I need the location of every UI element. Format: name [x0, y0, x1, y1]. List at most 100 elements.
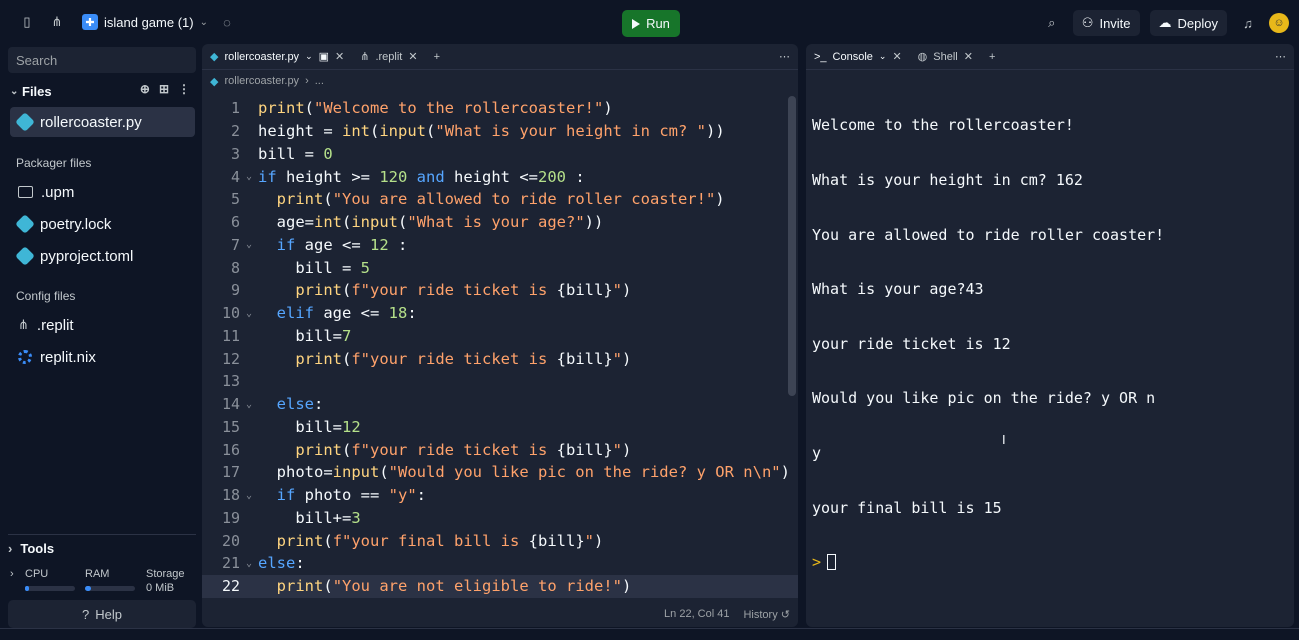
code-line: 5 print("You are allowed to ride roller … — [230, 190, 725, 209]
tools-label: Tools — [20, 541, 55, 556]
play-icon — [632, 18, 641, 29]
console-prompt-line[interactable]: > — [812, 553, 1164, 571]
python-file-icon — [15, 112, 35, 132]
close-icon[interactable]: ✕ — [892, 50, 901, 63]
files-header[interactable]: ⌄ Files ⊕ ⊞ ⋮ — [10, 80, 190, 102]
file-item-replit[interactable]: ⋔ .replit — [10, 310, 195, 340]
cpu-bar — [25, 586, 75, 591]
new-file-icon[interactable]: ⊕ — [140, 82, 150, 96]
deploy-button[interactable]: ☁ Deploy — [1149, 10, 1227, 36]
config-files-title: Config files — [16, 289, 76, 303]
code-line: 21 ⌄ else: — [221, 554, 305, 573]
replit-file-icon: ⋔ — [360, 51, 370, 63]
console-output[interactable]: Welcome to the rollercoaster! What is yo… — [812, 80, 1164, 608]
editor-scrollbar[interactable] — [788, 96, 796, 396]
packager-files-title: Packager files — [16, 156, 92, 170]
bottom-strip — [0, 628, 1299, 640]
replit-menu-icon[interactable]: ⋔ — [46, 11, 68, 33]
breadcrumb-file[interactable]: rollercoaster.py — [224, 75, 299, 87]
chevron-right-icon[interactable]: › — [10, 568, 14, 580]
run-button[interactable]: Run — [622, 10, 680, 37]
history-button[interactable]: History ↺ — [743, 608, 790, 621]
close-icon[interactable]: ✕ — [335, 50, 344, 63]
files-title: Files — [22, 83, 52, 99]
close-icon[interactable]: ✕ — [408, 50, 417, 63]
breadcrumb: ◆ rollercoaster.py › ... — [202, 70, 798, 92]
code-line: 7 ⌄ if age <= 12 : — [230, 235, 408, 254]
repl-icon: ✚ — [82, 14, 98, 30]
more-icon[interactable]: ⋯ — [771, 44, 798, 70]
more-icon[interactable]: ⋮ — [178, 82, 190, 96]
tab-label: Console — [832, 50, 873, 63]
prompt-icon: > — [812, 553, 822, 572]
top-bar: ▯ ⋔ ✚ island game (1) ⌄ ◌ Run ⌕ ⚇ Invite… — [0, 0, 1299, 44]
mouse-ibeam-icon: I — [1002, 432, 1006, 447]
file-label: replit.nix — [40, 348, 96, 366]
file-item-replit-nix[interactable]: replit.nix — [10, 342, 195, 372]
file-label: poetry.lock — [40, 215, 112, 233]
console-line: your final bill is 15 — [812, 498, 1002, 517]
tab-rollercoaster[interactable]: ◆ rollercoaster.py ⌄ ▣ ✕ — [202, 44, 352, 70]
console-line: What is your height in cm? 162 — [812, 171, 1083, 190]
chevron-down-icon: ⌄ — [878, 51, 887, 61]
tab-label: rollercoaster.py — [224, 50, 300, 63]
sidebar: Search ⌄ Files ⊕ ⊞ ⋮ rollercoaster.py Pa… — [0, 44, 200, 640]
tools-header[interactable]: › Tools — [8, 534, 196, 558]
tab-replit[interactable]: ⋔ .replit ✕ — [352, 44, 425, 70]
new-tab-button[interactable]: + — [981, 44, 1003, 70]
python-file-icon: ◆ — [210, 75, 219, 88]
file-item-pyproject[interactable]: pyproject.toml — [10, 241, 195, 271]
more-icon[interactable]: ⋯ — [1267, 44, 1294, 70]
code-line: 11 bill=7 — [221, 326, 352, 345]
code-line: 12 print(f"your ride ticket is {bill}") — [221, 349, 632, 368]
editor-pane: ◆ rollercoaster.py ⌄ ▣ ✕ ⋔ .replit ✕ + ⋯… — [202, 44, 798, 627]
invite-label: Invite — [1099, 15, 1131, 31]
storage-label: Storage — [146, 568, 185, 580]
chevron-down-icon: ⌄ — [199, 16, 208, 28]
console-line: your ride ticket is 12 — [812, 334, 1011, 353]
file-label: .replit — [36, 316, 74, 334]
invite-button[interactable]: ⚇ Invite — [1072, 10, 1140, 36]
deploy-icon: ☁ — [1158, 15, 1172, 30]
tab-console[interactable]: >_ Console ⌄ ✕ — [806, 44, 910, 70]
file-item-upm[interactable]: .upm — [10, 177, 195, 207]
ram-bar-fill — [85, 586, 91, 591]
help-button[interactable]: ? Help — [8, 600, 196, 628]
code-line: 16 print(f"your ride ticket is {bill}") — [221, 440, 632, 459]
code-area[interactable]: 1 print("Welcome to the rollercoaster!") … — [202, 97, 798, 598]
file-label: rollercoaster.py — [40, 113, 142, 131]
code-line: 18 ⌄ if photo == "y": — [221, 486, 427, 505]
file-item-poetry-lock[interactable]: poetry.lock — [10, 209, 195, 239]
split-icon[interactable]: ▣ — [319, 50, 329, 63]
file-item-rollercoaster[interactable]: rollercoaster.py — [10, 107, 195, 137]
console-line: What is your age?43 — [812, 280, 984, 299]
file-label: pyproject.toml — [40, 247, 134, 265]
bell-icon[interactable]: ♫ — [1237, 12, 1259, 34]
tab-shell[interactable]: ◍ Shell ✕ — [910, 44, 981, 70]
history-icon: ↺ — [780, 608, 790, 621]
python-file-icon — [15, 214, 35, 234]
avatar[interactable]: ☺ — [1269, 13, 1289, 33]
add-user-icon: ⚇ — [1081, 15, 1094, 30]
python-file-icon — [15, 246, 35, 266]
console-line: Would you like pic on the ride? y OR n — [812, 389, 1156, 408]
cursor-position: Ln 22, Col 41 — [664, 608, 730, 620]
code-line: 8 bill = 5 — [230, 258, 370, 277]
storage-value: 0 MiB — [146, 582, 175, 594]
close-icon[interactable]: ✕ — [964, 50, 973, 63]
repl-name-button[interactable]: ✚ island game (1) ⌄ — [82, 14, 208, 30]
cpu-label: CPU — [25, 568, 49, 580]
search-icon[interactable]: ⌕ — [1041, 12, 1063, 34]
replit-file-icon: ⋔ — [18, 317, 29, 332]
code-line: 6 age=int(input("What is your age?")) — [230, 213, 604, 232]
run-label: Run — [646, 16, 670, 31]
breadcrumb-more[interactable]: ... — [315, 75, 324, 87]
new-folder-icon[interactable]: ⊞ — [159, 82, 169, 96]
history-label: History — [743, 608, 778, 621]
new-tab-button[interactable]: + — [426, 44, 448, 70]
search-input[interactable]: Search — [8, 47, 196, 73]
code-line: 20 print(f"your final bill is {bill}") — [221, 531, 604, 550]
code-line-current: 22 print("You are not eligible to ride!"… — [202, 574, 798, 598]
help-icon: ? — [82, 606, 90, 622]
toggle-sidebar-icon[interactable]: ▯ — [16, 11, 38, 33]
